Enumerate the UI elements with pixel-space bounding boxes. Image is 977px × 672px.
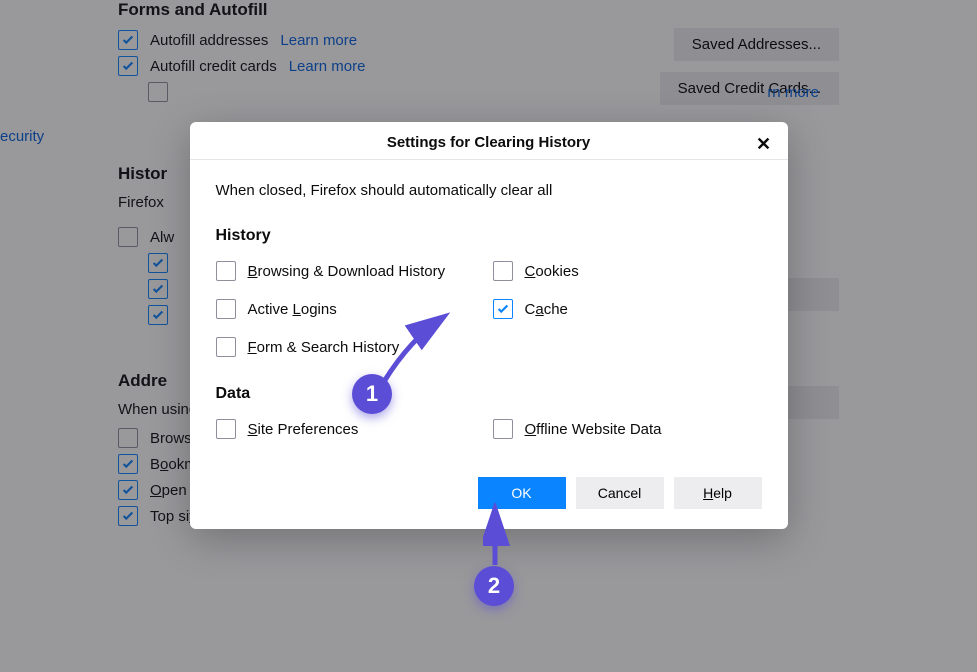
cookies-option: Cookies	[493, 261, 762, 281]
offline-data-label[interactable]: Offline Website Data	[525, 421, 662, 438]
cache-option: Cache	[493, 299, 762, 319]
site-prefs-checkbox[interactable]	[216, 419, 236, 439]
site-prefs-label[interactable]: Site Preferences	[248, 421, 359, 438]
cache-label[interactable]: Cache	[525, 301, 568, 318]
browsing-download-checkbox[interactable]	[216, 261, 236, 281]
annotation-badge-1: 1	[352, 374, 392, 414]
annotation-badge-2: 2	[474, 566, 514, 606]
dialog-header: Settings for Clearing History ✕	[190, 122, 788, 160]
cookies-checkbox[interactable]	[493, 261, 513, 281]
cancel-button[interactable]: Cancel	[576, 477, 664, 509]
browsing-download-option: Browsing & Download History	[216, 261, 485, 281]
offline-data-checkbox[interactable]	[493, 419, 513, 439]
dialog-data-title: Data	[216, 385, 762, 403]
close-icon[interactable]: ✕	[752, 132, 776, 156]
dialog-intro: When closed, Firefox should automaticall…	[216, 182, 762, 199]
clearing-history-dialog: Settings for Clearing History ✕ When clo…	[190, 122, 788, 529]
help-button[interactable]: Help	[674, 477, 762, 509]
active-logins-label[interactable]: Active Logins	[248, 301, 337, 318]
data-options-grid: Site Preferences Offline Website Data	[216, 419, 762, 439]
cookies-label[interactable]: Cookies	[525, 263, 579, 280]
cache-checkbox[interactable]	[493, 299, 513, 319]
dialog-title: Settings for Clearing History	[387, 134, 590, 151]
active-logins-checkbox[interactable]	[216, 299, 236, 319]
site-prefs-option: Site Preferences	[216, 419, 485, 439]
browsing-download-label[interactable]: Browsing & Download History	[248, 263, 446, 280]
offline-data-option: Offline Website Data	[493, 419, 762, 439]
form-search-checkbox[interactable]	[216, 337, 236, 357]
annotation-arrow-2	[483, 503, 513, 573]
dialog-body: When closed, Firefox should automaticall…	[190, 160, 788, 477]
dialog-history-title: History	[216, 227, 762, 245]
history-options-grid: Browsing & Download History Cookies Acti…	[216, 261, 762, 357]
